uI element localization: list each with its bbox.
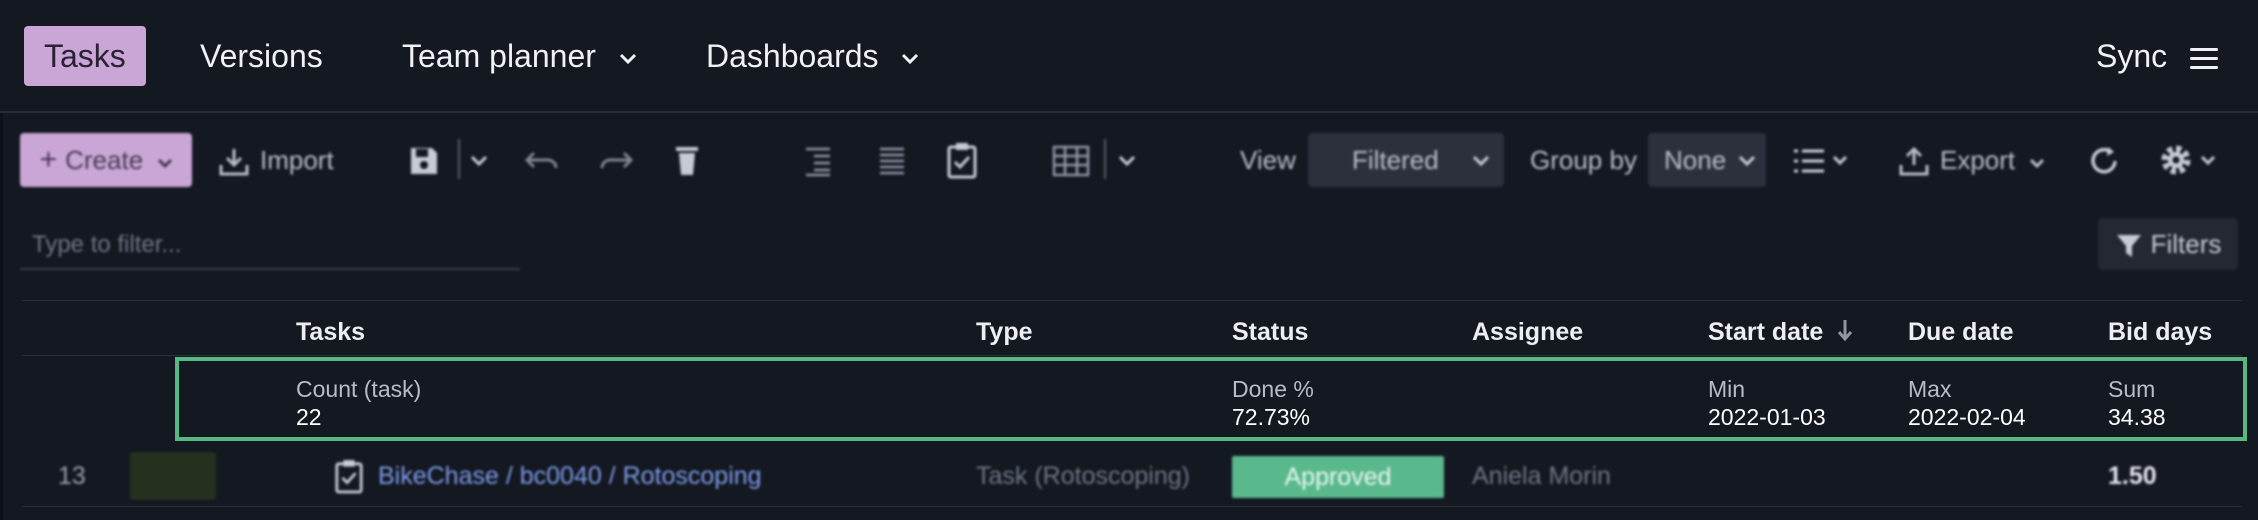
list-view-icon[interactable] xyxy=(1792,147,1852,175)
column-header-start-date[interactable]: Start date xyxy=(1708,318,1854,347)
import-icon xyxy=(219,149,249,176)
view-select[interactable]: Filtered xyxy=(1308,133,1504,187)
sync-label: Sync xyxy=(2095,38,2168,74)
header-divider xyxy=(22,300,2242,301)
plus-icon: + xyxy=(39,143,58,176)
column-header-bid-days[interactable]: Bid days xyxy=(2108,318,2212,347)
list-lines-icon[interactable] xyxy=(876,145,908,177)
thumbnail xyxy=(130,452,216,500)
indent-icon[interactable] xyxy=(802,145,834,177)
chevron-down-icon[interactable] xyxy=(470,155,488,167)
row-bid-days: 1.50 xyxy=(2108,462,2157,490)
summary-start-label: Min xyxy=(1708,376,1746,402)
funnel-icon xyxy=(2116,235,2141,258)
import-label: Import xyxy=(260,145,334,175)
create-label: Create xyxy=(65,145,144,175)
group-by-select[interactable]: None xyxy=(1648,133,1766,187)
export-label: Export xyxy=(1940,145,2016,175)
summary-status-value: 72.73% xyxy=(1232,404,1311,430)
table-row[interactable]: 13 BikeChase / bc0040 / Rotoscoping Task… xyxy=(0,446,2258,506)
row-task-link[interactable]: BikeChase / bc0040 / Rotoscoping xyxy=(378,458,762,494)
summary-due-value: 2022-02-04 xyxy=(1908,404,2026,430)
group-by-label: Group by xyxy=(1530,145,1637,175)
chevron-down-icon xyxy=(158,158,173,169)
tab-versions-label: Versions xyxy=(200,38,323,74)
column-header-type[interactable]: Type xyxy=(976,318,1033,347)
row-type: Task (Rotoscoping) xyxy=(976,462,1190,490)
column-header-due-date[interactable]: Due date xyxy=(1908,318,2014,347)
column-header-tasks[interactable]: Tasks xyxy=(296,318,365,347)
clipboard-check-icon[interactable] xyxy=(946,141,978,179)
task-checklist-icon xyxy=(335,460,363,494)
divider xyxy=(458,139,460,179)
start-date-label: Start date xyxy=(1708,318,1824,346)
group-by-value: None xyxy=(1664,145,1727,175)
chevron-down-icon xyxy=(1472,155,1490,167)
tab-team-planner[interactable]: Team planner xyxy=(382,26,657,86)
filter-input[interactable]: Type to filter... xyxy=(20,220,520,270)
gear-icon[interactable] xyxy=(2158,141,2220,179)
view-value: Filtered xyxy=(1352,145,1439,175)
summary-bid-label: Sum xyxy=(2108,376,2156,402)
filter-placeholder: Type to filter... xyxy=(32,231,182,258)
refresh-icon[interactable] xyxy=(2088,145,2120,177)
chevron-down-icon xyxy=(1738,155,1756,167)
undo-icon[interactable] xyxy=(524,147,560,175)
sort-desc-arrow-icon xyxy=(1838,320,1853,342)
redo-icon[interactable] xyxy=(598,147,634,175)
toolbar: + Create Import View Filtered Group by No… xyxy=(0,125,2258,195)
summary-due-label: Max xyxy=(1908,376,1952,402)
view-label: View xyxy=(1240,145,1296,175)
divider xyxy=(1104,139,1106,179)
table-grid-icon[interactable] xyxy=(1052,145,1090,177)
column-header-status[interactable]: Status xyxy=(1232,318,1308,347)
summary-status-label: Done % xyxy=(1232,376,1314,402)
tab-dashboards[interactable]: Dashboards xyxy=(686,26,939,86)
summary-tasks-value: 22 xyxy=(296,404,322,430)
trash-icon[interactable] xyxy=(674,143,700,177)
filters-button[interactable]: Filters xyxy=(2098,218,2238,270)
tab-versions[interactable]: Versions xyxy=(180,26,343,86)
chevron-down-icon[interactable] xyxy=(1118,155,1136,167)
column-header-assignee[interactable]: Assignee xyxy=(1472,318,1583,347)
export-button[interactable]: Export xyxy=(1898,133,2045,187)
summary-start-value: 2022-01-03 xyxy=(1708,404,1826,430)
row-id: 13 xyxy=(58,462,86,490)
row-assignee: Aniela Morin xyxy=(1472,462,1611,490)
summary-bid-value: 34.38 xyxy=(2108,404,2166,430)
summary-tasks-label: Count (task) xyxy=(296,376,422,402)
tab-team-planner-label: Team planner xyxy=(402,38,596,74)
filters-label: Filters xyxy=(2150,229,2222,259)
status-badge[interactable]: Approved xyxy=(1232,456,1444,498)
chevron-down-icon xyxy=(902,53,919,64)
chevron-down-icon xyxy=(619,53,636,64)
tab-tasks-label: Tasks xyxy=(44,38,126,74)
hamburger-icon xyxy=(2190,47,2218,70)
summary-divider xyxy=(22,355,2242,356)
row-divider xyxy=(22,506,2242,507)
top-nav: Tasks Versions Team planner Dashboards S… xyxy=(0,0,2258,113)
sync-menu[interactable]: Sync xyxy=(2096,26,2218,86)
create-button[interactable]: + Create xyxy=(20,133,192,187)
tab-dashboards-label: Dashboards xyxy=(706,38,879,74)
save-icon[interactable] xyxy=(408,145,440,177)
chevron-down-icon xyxy=(2030,158,2045,169)
tab-tasks[interactable]: Tasks xyxy=(24,26,146,86)
import-button[interactable]: Import xyxy=(218,133,334,187)
export-icon xyxy=(1899,147,1929,176)
